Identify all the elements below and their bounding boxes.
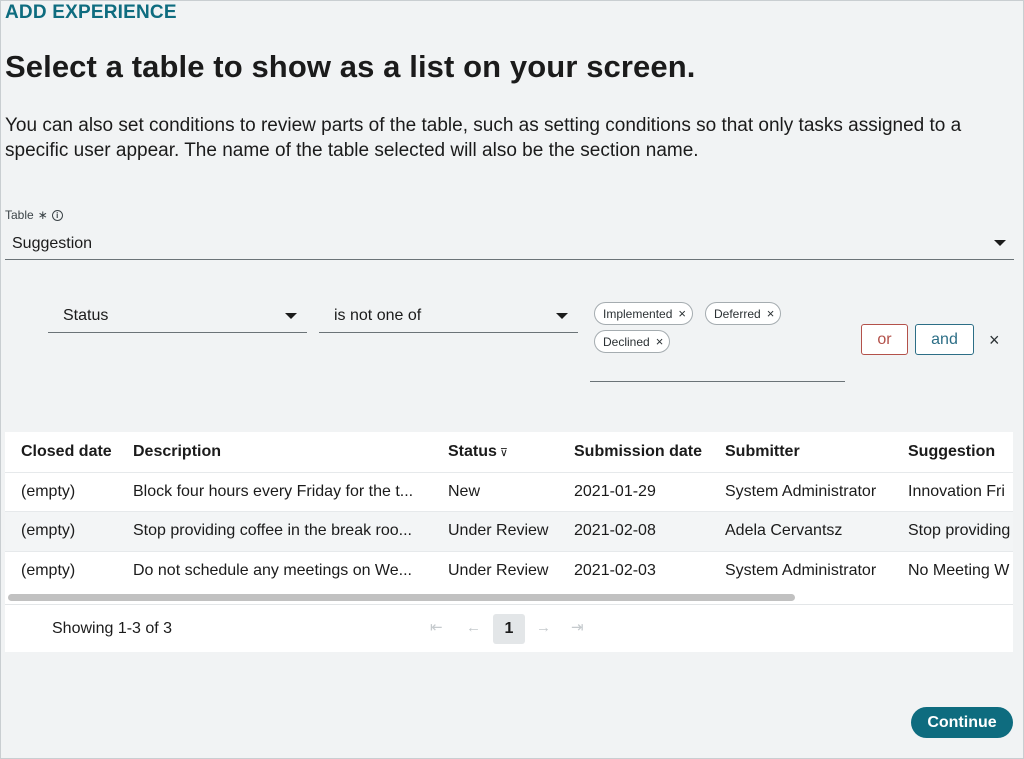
table-select-value: Suggestion <box>12 234 93 252</box>
column-header[interactable]: Description <box>117 432 432 472</box>
table-cell: (empty) <box>5 550 117 591</box>
chip-label: Deferred <box>714 306 761 321</box>
required-icon: ∗ <box>37 208 48 222</box>
column-header-status[interactable]: Status ⊽ <box>432 432 558 472</box>
chevron-down-icon <box>994 240 1006 246</box>
scrollbar-thumb[interactable] <box>8 594 795 601</box>
table-cell: 2021-01-29 <box>558 471 709 512</box>
condition-values-input[interactable]: Implemented × Deferred × Declined × <box>590 300 845 382</box>
condition-operator-value: is not one of <box>334 307 422 324</box>
chevron-down-icon <box>556 313 568 319</box>
table-label-text: Table <box>5 208 34 222</box>
value-chip: Implemented × <box>594 302 693 325</box>
table-select[interactable]: Suggestion <box>5 228 1014 260</box>
table-cell: 2021-02-03 <box>558 550 709 591</box>
condition-field-value: Status <box>63 307 109 324</box>
table-cell: System Administrator <box>709 550 892 591</box>
table-header-row: Closed date Description Status ⊽ Submissi… <box>5 432 1013 472</box>
table-cell: (empty) <box>5 471 117 512</box>
table-cell: Innovation Fri <box>892 471 1013 512</box>
chip-remove-icon[interactable]: × <box>656 335 664 348</box>
column-header[interactable]: Submission date <box>558 432 709 472</box>
table-cell: Adela Cervantsz <box>709 511 892 551</box>
table-cell: Do not schedule any meetings on We... <box>117 550 432 591</box>
eyebrow-heading: ADD EXPERIENCE <box>5 2 177 23</box>
table-cell: New <box>432 471 558 512</box>
chevron-down-icon <box>285 313 297 319</box>
data-table: Closed date Description Status ⊽ Submissi… <box>5 432 1013 591</box>
table-cell: Stop providing <box>892 511 1013 551</box>
value-chip: Declined × <box>594 330 671 353</box>
grid-footer: Showing 1-3 of 3 ⇤ ← 1 → ⇥ <box>5 604 1013 652</box>
condition-field-select[interactable]: Status <box>48 300 307 333</box>
table-cell: (empty) <box>5 511 117 551</box>
table-field-label: Table ∗ i <box>5 208 63 222</box>
next-page-icon[interactable]: → <box>536 620 551 636</box>
info-icon[interactable]: i <box>51 209 63 221</box>
chip-label: Declined <box>603 334 650 349</box>
chip-remove-icon[interactable]: × <box>767 307 775 320</box>
chip-label: Implemented <box>603 306 673 321</box>
filter-icon[interactable]: ⊽ <box>500 447 508 459</box>
chip-remove-icon[interactable]: × <box>678 307 686 320</box>
column-header[interactable]: Closed date <box>5 432 117 472</box>
table-row[interactable]: (empty) Do not schedule any meetings on … <box>5 550 1013 591</box>
page-title: Select a table to show as a list on your… <box>5 49 696 84</box>
table-row[interactable]: (empty) Stop providing coffee in the bre… <box>5 511 1013 551</box>
column-header[interactable]: Submitter <box>709 432 892 472</box>
column-header-label: Status <box>448 442 497 460</box>
or-button[interactable]: or <box>861 324 908 355</box>
condition-operator-select[interactable]: is not one of <box>319 300 578 333</box>
column-header[interactable]: Suggestion <box>892 432 1013 472</box>
table-cell: Under Review <box>432 511 558 551</box>
table-cell: System Administrator <box>709 471 892 512</box>
table-cell: 2021-02-08 <box>558 511 709 551</box>
table-cell: Stop providing coffee in the break roo..… <box>117 511 432 551</box>
table-cell: Block four hours every Friday for the t.… <box>117 471 432 512</box>
continue-button[interactable]: Continue <box>911 707 1013 738</box>
remove-condition-icon[interactable]: × <box>989 331 1000 349</box>
table-row[interactable]: (empty) Block four hours every Friday fo… <box>5 471 1013 512</box>
last-page-icon[interactable]: ⇥ <box>571 620 584 636</box>
page-description: You can also set conditions to review pa… <box>5 115 962 161</box>
value-chip: Deferred × <box>705 302 782 325</box>
previous-page-icon[interactable]: ← <box>466 620 481 636</box>
first-page-icon[interactable]: ⇤ <box>430 620 443 636</box>
horizontal-scrollbar[interactable] <box>5 592 1013 602</box>
showing-count: Showing 1-3 of 3 <box>52 620 173 637</box>
and-button[interactable]: and <box>915 324 974 355</box>
table-cell: Under Review <box>432 550 558 591</box>
preview-grid: Closed date Description Status ⊽ Submissi… <box>5 432 1013 652</box>
page-number-button[interactable]: 1 <box>493 614 525 644</box>
table-cell: No Meeting W <box>892 550 1013 591</box>
